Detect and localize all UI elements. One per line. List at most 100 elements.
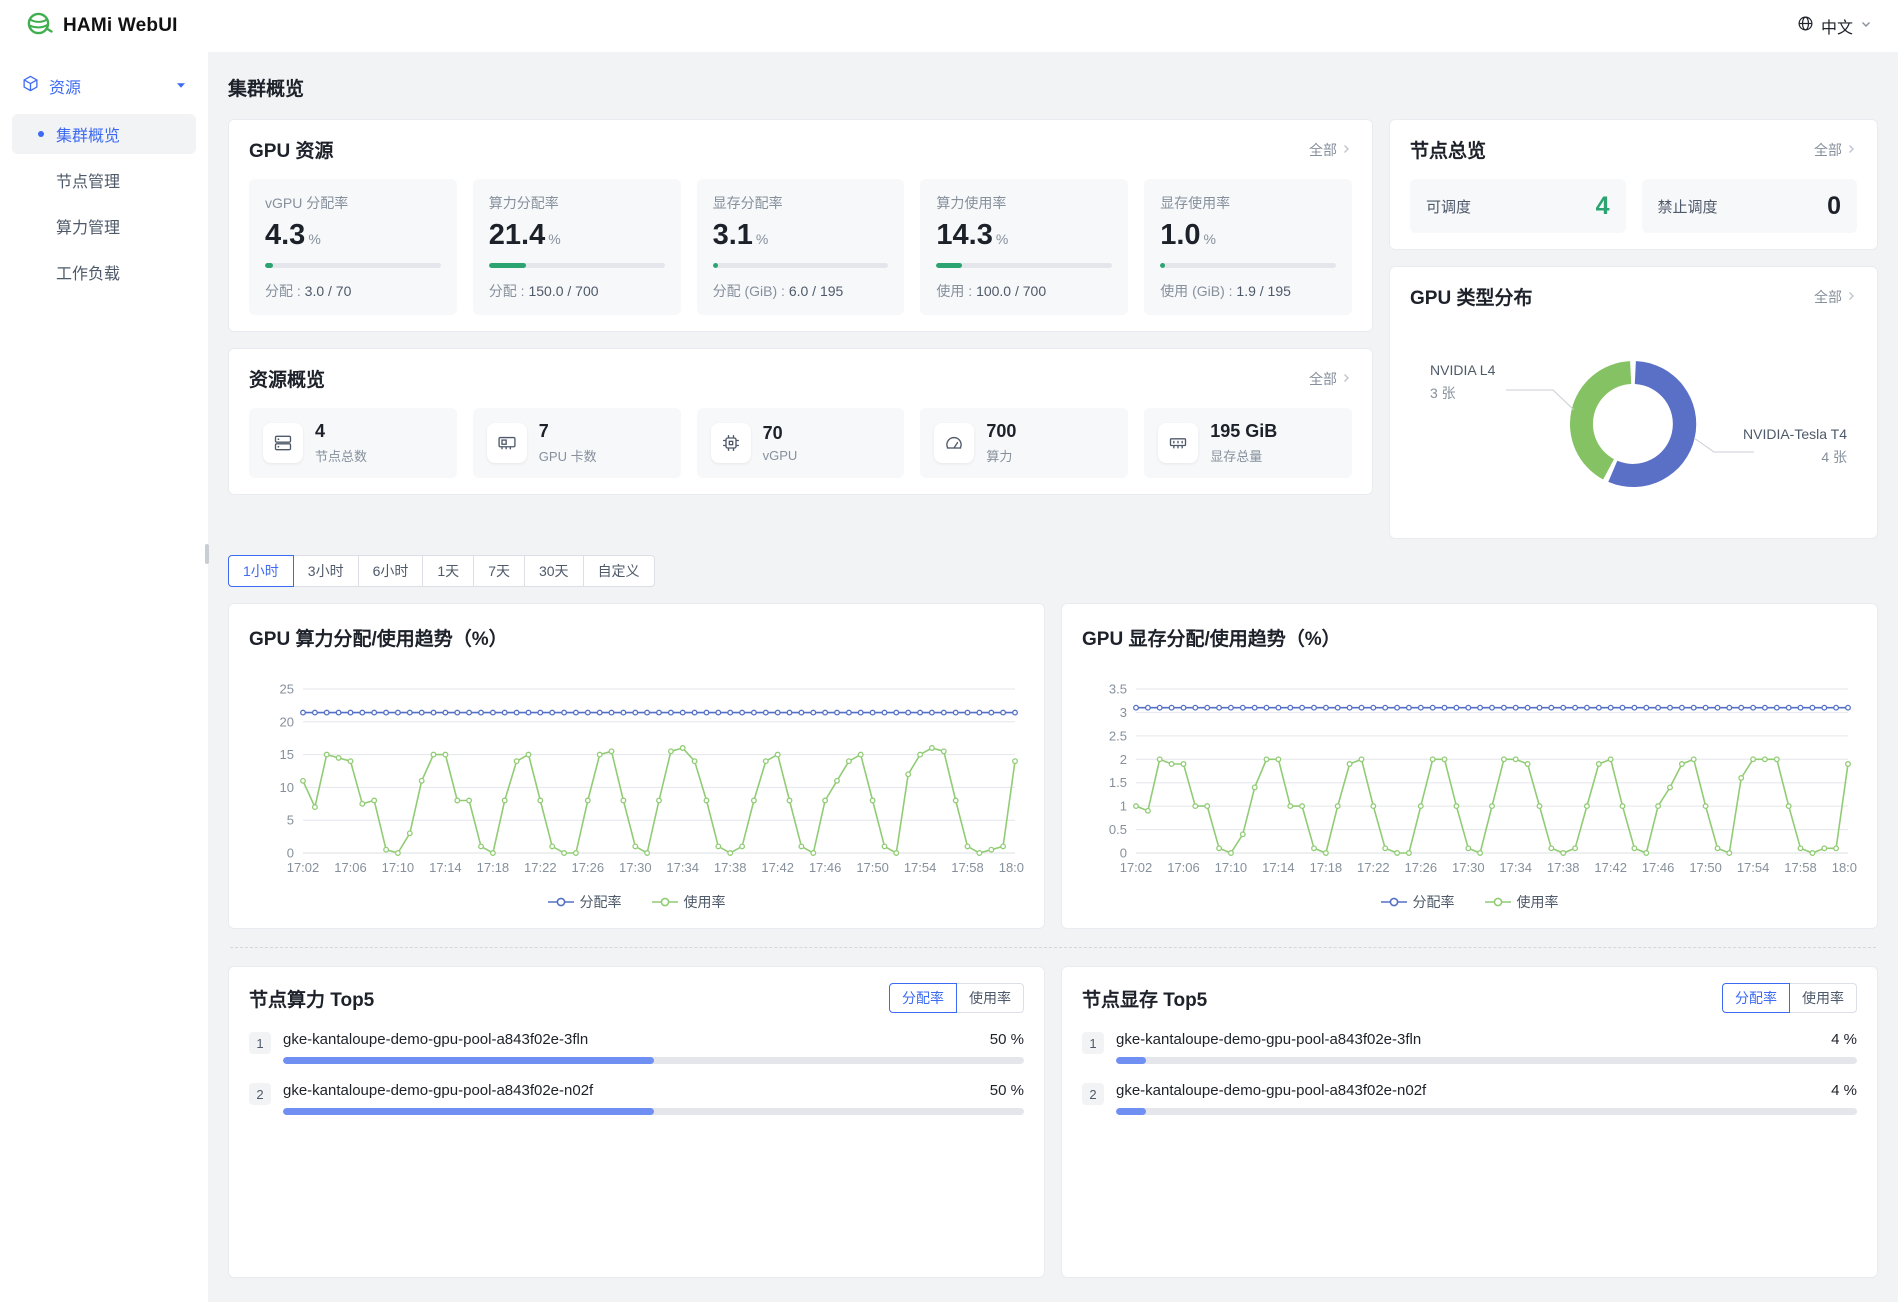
stat-caption: 使用 : 100.0 / 700 (936, 281, 1112, 301)
time-tab-5[interactable]: 30天 (524, 555, 584, 587)
legend-item[interactable]: 分配率 (1381, 892, 1455, 912)
sidebar-item-2[interactable]: 算力管理 (12, 206, 196, 246)
top5-progress-bar (283, 1057, 1024, 1064)
legend-item[interactable]: 使用率 (652, 892, 726, 912)
node-stat-value: 0 (1827, 192, 1841, 221)
time-tab-4[interactable]: 7天 (473, 555, 525, 587)
node-stat-tile: 可调度 4 (1410, 179, 1626, 233)
svg-text:15: 15 (280, 747, 294, 762)
top5-metric-toggle: 分配率使用率 (1722, 983, 1857, 1013)
toggle-usage-button[interactable]: 使用率 (956, 983, 1024, 1013)
memory-top5-card: 节点显存 Top5 分配率使用率 1 gke-kantaloupe-demo-g… (1061, 966, 1878, 1278)
sidebar-item-3[interactable]: 工作负载 (12, 252, 196, 292)
svg-text:17:14: 17:14 (1262, 860, 1295, 875)
node-count-icon (263, 423, 303, 463)
svg-text:17:34: 17:34 (1499, 860, 1532, 875)
legend-item[interactable]: 使用率 (1485, 892, 1559, 912)
sidebar-item-0[interactable]: 集群概览 (12, 114, 196, 154)
toggle-usage-button[interactable]: 使用率 (1789, 983, 1857, 1013)
svg-text:17:14: 17:14 (429, 860, 462, 875)
hami-logo-icon (26, 10, 53, 42)
top5-row: 1 gke-kantaloupe-demo-gpu-pool-a843f02e-… (1082, 1031, 1857, 1064)
chevron-right-icon (1340, 142, 1352, 158)
language-selector[interactable]: 中文 (1797, 14, 1872, 38)
stat-progress-bar (489, 263, 665, 268)
node-overview-view-all-link[interactable]: 全部 (1814, 140, 1857, 160)
node-percent: 4 % (1831, 1031, 1857, 1048)
node-name: gke-kantaloupe-demo-gpu-pool-a843f02e-n0… (283, 1082, 593, 1099)
time-tab-1[interactable]: 3小时 (293, 555, 359, 587)
legend-marker-icon (548, 897, 574, 907)
compute-trend-line-chart: 051015202517:0217:0617:1017:1417:1817:22… (249, 675, 1024, 879)
node-stat-tile: 禁止调度 0 (1642, 179, 1858, 233)
svg-text:17:34: 17:34 (666, 860, 699, 875)
legend-item[interactable]: 分配率 (548, 892, 622, 912)
resource-label: 节点总数 (315, 446, 367, 465)
svg-text:17:10: 17:10 (382, 860, 415, 875)
resource-value: 7 (539, 421, 597, 442)
legend-marker-icon (1381, 897, 1407, 907)
sidebar-collapse-handle[interactable] (205, 544, 209, 564)
compute-icon (934, 423, 974, 463)
stat-caption: 分配 (GiB) : 6.0 / 195 (713, 281, 889, 301)
language-label: 中文 (1821, 14, 1853, 38)
sidebar-group-resources[interactable]: 资源 (12, 66, 196, 106)
resource-overview-view-all-link[interactable]: 全部 (1309, 369, 1352, 389)
svg-text:17:30: 17:30 (1452, 860, 1485, 875)
svg-text:17:02: 17:02 (1120, 860, 1153, 875)
svg-text:17:42: 17:42 (761, 860, 794, 875)
time-tab-0[interactable]: 1小时 (228, 555, 294, 587)
stat-label: vGPU 分配率 (265, 193, 441, 213)
stat-label: 显存使用率 (1160, 193, 1336, 213)
sidebar-item-label: 集群概览 (56, 122, 120, 146)
memory-icon (1158, 423, 1198, 463)
node-percent: 4 % (1831, 1082, 1857, 1099)
resource-overview-card: 资源概览 全部 4 节点总数 7 GPU 卡数 70 vGPU (228, 348, 1373, 495)
stat-progress-bar (713, 263, 889, 268)
stat-value: 1.0% (1160, 219, 1336, 252)
gpu-stat-tile: 算力使用率 14.3% 使用 : 100.0 / 700 (920, 179, 1128, 315)
svg-text:17:02: 17:02 (287, 860, 320, 875)
gpu-type-view-all-link[interactable]: 全部 (1814, 287, 1857, 307)
node-stat-value: 4 (1596, 192, 1610, 221)
top5-section: 节点算力 Top5 分配率使用率 1 gke-kantaloupe-demo-g… (228, 966, 1878, 1278)
stat-progress-bar (265, 263, 441, 268)
svg-text:17:38: 17:38 (714, 860, 747, 875)
main-content: 集群概览 GPU 资源 全部 vGPU 分配率 4.3% 分配 : 3.0 / … (208, 52, 1898, 1302)
resource-label: 显存总量 (1210, 446, 1277, 465)
compute-trend-legend: 分配率 使用率 (249, 892, 1024, 912)
gpu-resources-card: GPU 资源 全部 vGPU 分配率 4.3% 分配 : 3.0 / 70 算力… (228, 119, 1373, 332)
time-tab-3[interactable]: 1天 (422, 555, 474, 587)
stat-progress-bar (936, 263, 1112, 268)
gpu-resources-view-all-link[interactable]: 全部 (1309, 140, 1352, 160)
stat-value: 21.4% (489, 219, 665, 252)
toggle-allocation-button[interactable]: 分配率 (889, 983, 957, 1013)
svg-text:17:06: 17:06 (334, 860, 367, 875)
toggle-allocation-button[interactable]: 分配率 (1722, 983, 1790, 1013)
gpu-stat-tile: 显存使用率 1.0% 使用 (GiB) : 1.9 / 195 (1144, 179, 1352, 315)
time-tab-6[interactable]: 自定义 (583, 555, 655, 587)
time-tab-2[interactable]: 6小时 (358, 555, 424, 587)
resources-cube-icon (22, 75, 39, 97)
top5-title: 节点算力 Top5 (249, 985, 374, 1012)
resource-label: vGPU (763, 448, 798, 463)
sidebar-item-label: 算力管理 (56, 214, 120, 238)
donut-label-nvidia-tesla-t4: NVIDIA-Tesla T4 4 张 (1743, 426, 1847, 467)
node-stat-label: 禁止调度 (1658, 196, 1718, 217)
compute-top5-card: 节点算力 Top5 分配率使用率 1 gke-kantaloupe-demo-g… (228, 966, 1045, 1278)
gpu-count-icon (487, 423, 527, 463)
svg-text:2: 2 (1120, 752, 1127, 767)
svg-text:25: 25 (280, 682, 294, 697)
svg-text:17:46: 17:46 (1642, 860, 1675, 875)
dashed-divider (230, 947, 1876, 948)
top5-progress-bar (1116, 1057, 1857, 1064)
svg-text:5: 5 (287, 813, 294, 828)
top5-progress-bar (1116, 1108, 1857, 1115)
memory-trend-line-chart: 00.511.522.533.517:0217:0617:1017:1417:1… (1082, 675, 1857, 879)
stat-value: 4.3% (265, 219, 441, 252)
memory-trend-legend: 分配率 使用率 (1082, 892, 1857, 912)
resource-label: 算力 (986, 446, 1016, 465)
app-title: HAMi WebUI (63, 15, 178, 37)
sidebar-item-1[interactable]: 节点管理 (12, 160, 196, 200)
resource-tile: 70 vGPU (697, 408, 905, 478)
